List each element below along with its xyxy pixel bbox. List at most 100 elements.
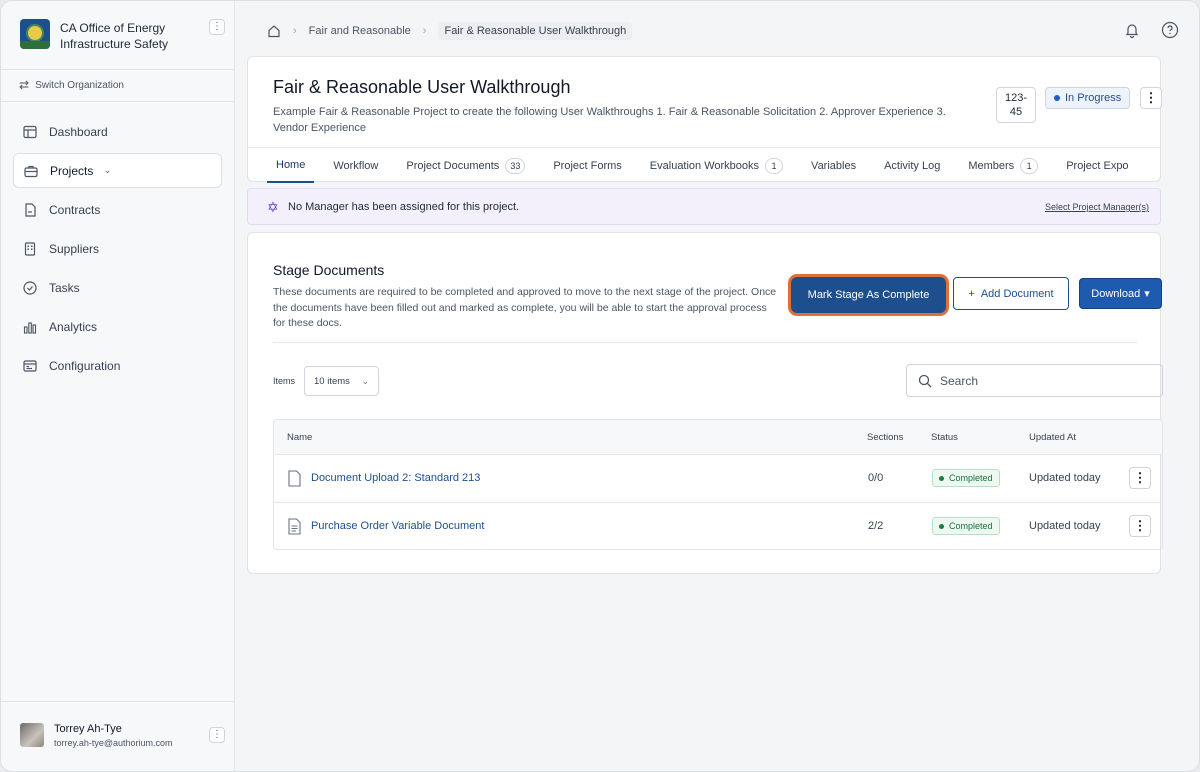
- sidebar-item-label: Configuration: [49, 358, 121, 373]
- tab-project-forms[interactable]: Project Forms: [544, 148, 630, 183]
- org-name: CA Office of Energy Infrastructure Safet…: [60, 21, 169, 51]
- document-name-link[interactable]: Document Upload 2: Standard 213: [311, 472, 480, 484]
- add-document-label: Add Document: [980, 287, 1054, 300]
- column-header-status[interactable]: Status: [931, 432, 958, 443]
- sidebar-item-contracts[interactable]: Contracts: [13, 192, 222, 227]
- select-project-manager-link[interactable]: Select Project Manager(s): [1045, 202, 1149, 212]
- org-menu-icon[interactable]: ⋮: [209, 19, 225, 35]
- status-dot-icon: [939, 475, 944, 481]
- chevron-right-icon: ›: [293, 25, 297, 37]
- project-id-line-2: 45: [1009, 106, 1023, 118]
- project-description: Example Fair & Reasonable Project to cre…: [273, 106, 946, 134]
- tab-label: Project Forms: [553, 159, 622, 172]
- table-header: Name Sections Status Updated At: [274, 420, 1162, 455]
- tab-activity-log[interactable]: Activity Log: [875, 148, 949, 183]
- breadcrumb-link[interactable]: Fair and Reasonable: [309, 25, 411, 37]
- status-label: Completed: [949, 521, 993, 531]
- mark-stage-complete-button[interactable]: Mark Stage As Complete: [791, 277, 946, 313]
- updated-at: Updated today: [1029, 472, 1101, 484]
- project-id-line-1: 123-: [1004, 92, 1028, 104]
- plus-icon: +: [968, 287, 975, 300]
- user-menu-icon[interactable]: ⋮: [209, 727, 225, 743]
- sidebar-item-projects[interactable]: Projects ⌄: [13, 153, 222, 188]
- search-input[interactable]: [940, 373, 1140, 388]
- stage-documents-card: Stage Documents These documents are requ…: [247, 232, 1163, 574]
- document-name-link[interactable]: Purchase Order Variable Document: [311, 520, 484, 532]
- tab-variables[interactable]: Variables: [802, 148, 865, 183]
- section-title: Stage Documents: [273, 262, 385, 278]
- column-header-sections[interactable]: Sections: [867, 432, 903, 443]
- tab-project-documents[interactable]: Project Documents 33: [397, 148, 534, 183]
- project-menu-icon[interactable]: ⋮: [1140, 87, 1162, 109]
- table-row[interactable]: Purchase Order Variable Document 2/2 Com…: [274, 502, 1162, 549]
- table-row[interactable]: Document Upload 2: Standard 213 0/0 Comp…: [274, 455, 1162, 502]
- avatar: [20, 723, 44, 747]
- sidebar-item-configuration[interactable]: Configuration: [13, 348, 222, 383]
- sidebar-item-label: Projects: [50, 163, 94, 178]
- bell-icon[interactable]: [1123, 21, 1141, 39]
- sidebar-item-suppliers[interactable]: Suppliers: [13, 231, 222, 266]
- user-profile: Torrey Ah-Tye torrey.ah-tye@authorium.co…: [1, 701, 234, 771]
- search-field: [906, 364, 1163, 397]
- column-header-updated[interactable]: Updated At: [1029, 432, 1076, 443]
- project-tabs: Home Workflow Project Documents 33 Projec…: [248, 147, 1160, 183]
- status-dot-icon: [1054, 95, 1060, 101]
- help-icon[interactable]: [1161, 21, 1179, 39]
- user-email: torrey.ah-tye@authorium.com: [54, 738, 173, 748]
- home-icon[interactable]: [267, 24, 281, 38]
- status-badge: Completed: [932, 517, 1000, 535]
- project-header: Fair & Reasonable User Walkthrough Examp…: [247, 56, 1162, 183]
- briefcase-icon: [24, 164, 38, 178]
- org-header: CA Office of Energy Infrastructure Safet…: [1, 1, 234, 70]
- caret-down-icon: ▾: [1144, 288, 1150, 300]
- add-document-button[interactable]: + Add Document: [953, 277, 1069, 310]
- documents-table: Name Sections Status Updated At Document…: [273, 419, 1163, 550]
- tab-count-badge: 1: [1020, 157, 1039, 174]
- sidebar-nav: Dashboard Projects ⌄ Contracts Suppliers…: [13, 114, 222, 387]
- status-dot-icon: [939, 523, 944, 529]
- tab-count-badge: 1: [765, 157, 784, 174]
- sidebar-item-analytics[interactable]: Analytics: [13, 309, 222, 344]
- tab-label: Variables: [811, 159, 857, 172]
- switch-arrows-icon: ⇄: [19, 78, 30, 92]
- tab-project-export[interactable]: Project Expo: [1057, 148, 1137, 183]
- sidebar-item-tasks[interactable]: Tasks: [13, 270, 222, 305]
- download-button[interactable]: Download ▾: [1079, 278, 1162, 309]
- switch-organization-link[interactable]: ⇄ Switch Organization: [19, 78, 124, 92]
- section-description: These documents are required to be compl…: [273, 286, 777, 329]
- tab-members[interactable]: Members 1: [959, 148, 1047, 183]
- tab-home[interactable]: Home: [267, 148, 315, 183]
- switch-organization-label: Switch Organization: [35, 79, 124, 91]
- tab-workflow[interactable]: Workflow: [324, 148, 387, 183]
- document-icon: [288, 470, 301, 487]
- settings-panel-icon: [23, 359, 37, 373]
- check-circle-icon: [23, 280, 37, 295]
- no-manager-banner: ✡ No Manager has been assigned for this …: [247, 188, 1161, 225]
- tab-label: Project Documents: [406, 159, 500, 172]
- chevron-down-icon[interactable]: ⌄: [103, 165, 111, 176]
- column-header-name[interactable]: Name: [287, 432, 312, 443]
- org-logo: [20, 19, 50, 49]
- tab-label: Members: [968, 159, 1015, 172]
- page-title: Fair & Reasonable User Walkthrough: [273, 77, 571, 97]
- row-menu-icon[interactable]: ⋮: [1129, 515, 1151, 537]
- tab-evaluation-workbooks[interactable]: Evaluation Workbooks 1: [641, 148, 792, 183]
- row-menu-icon[interactable]: ⋮: [1129, 467, 1151, 489]
- sparkle-icon: ✡: [267, 199, 279, 215]
- chevron-down-icon: ⌄: [361, 376, 369, 386]
- divider: [1, 101, 234, 102]
- user-name: Torrey Ah-Tye: [54, 723, 122, 735]
- items-per-page-value: 10 items: [314, 375, 350, 387]
- breadcrumb-current: Fair & Reasonable User Walkthrough: [438, 22, 633, 40]
- tab-label: Workflow: [333, 159, 379, 172]
- updated-at: Updated today: [1029, 520, 1101, 532]
- status-badge: In Progress: [1045, 87, 1131, 109]
- search-icon: [918, 374, 932, 388]
- sidebar-item-label: Tasks: [49, 280, 80, 295]
- tab-count-badge: 33: [505, 157, 526, 174]
- sidebar-item-label: Suppliers: [49, 241, 100, 256]
- sections-value: 0/0: [868, 472, 884, 484]
- tab-label: Activity Log: [884, 159, 941, 172]
- items-per-page-select[interactable]: 10 items ⌄: [304, 366, 379, 396]
- sidebar-item-dashboard[interactable]: Dashboard: [13, 114, 222, 149]
